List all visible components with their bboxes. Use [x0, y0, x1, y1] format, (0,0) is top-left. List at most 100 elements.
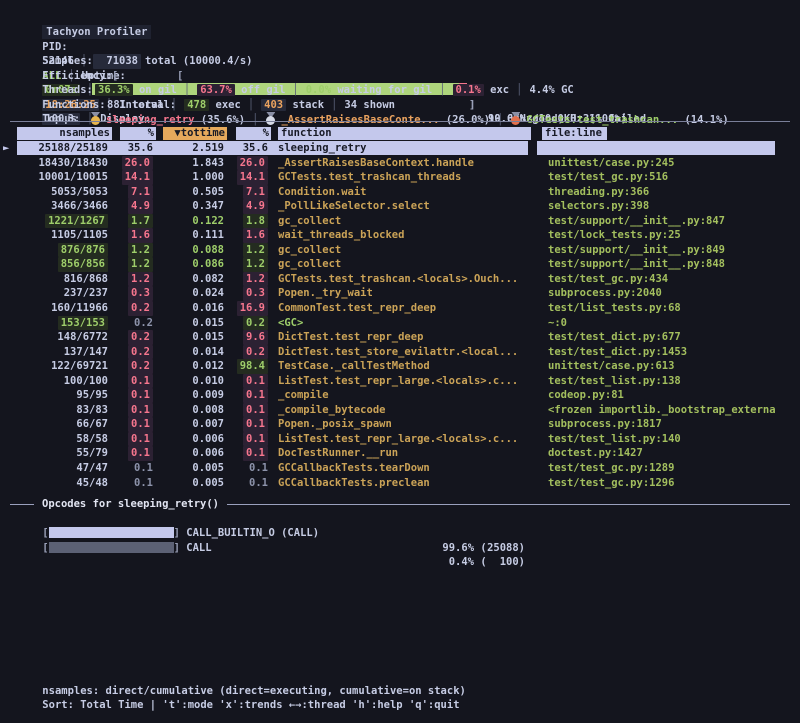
table-row[interactable]: 876/876 1.2 0.088 1.2 gc_collect test/su… [0, 243, 800, 258]
cell-percent-cumulative: 0.1 [224, 476, 268, 491]
cell-file-line: test/support/__init__.py:848 [548, 257, 800, 272]
cell-tottime: 0.122 [153, 214, 224, 229]
cell-function-name: _PollLikeSelector.select [278, 199, 538, 214]
table-row[interactable]: 100/100 0.1 0.010 0.1 ListTest.test_repr… [0, 374, 800, 389]
cell-nsamples: 1221/1267 [0, 214, 108, 229]
cell-percent-cumulative: 4.9 [224, 199, 268, 214]
cell-function-name: Condition.wait [278, 185, 538, 200]
cell-function-name: CommonTest.test_repr_deep [278, 301, 538, 316]
header-tottime-sorted[interactable]: ▼tottime [163, 127, 227, 140]
header-file-line[interactable]: file:line [542, 127, 607, 140]
cell-tottime: 0.005 [153, 461, 224, 476]
cell-percent-cumulative: 0.1 [224, 374, 268, 389]
table-row[interactable]: 5053/5053 7.1 0.505 7.1 Condition.wait t… [0, 185, 800, 200]
function-table-header: nsamples % ▼tottime % function file:line [0, 127, 800, 141]
cell-nsamples: 100/100 [0, 374, 108, 389]
cell-percent-direct: 1.6 [108, 228, 153, 243]
sort-and-keys-help: Sort: Total Time | 't':mode 'x':trends ←… [42, 699, 459, 711]
cell-file-line: test/test_gc.py:516 [548, 170, 800, 185]
cell-percent-cumulative: 7.1 [224, 185, 268, 200]
cell-function-name: sleeping_retry [278, 141, 538, 156]
cell-nsamples: 237/237 [0, 286, 108, 301]
header-pct2[interactable]: % [236, 127, 271, 140]
table-row[interactable]: 122/69721 0.2 0.012 98.4 TestCase._callT… [0, 359, 800, 374]
cell-tottime: 0.006 [153, 432, 224, 447]
cell-function-name: ListTest.test_repr_large.<locals>.c... [278, 432, 538, 447]
cell-tottime: 0.088 [153, 243, 224, 258]
cell-percent-direct: 1.2 [108, 243, 153, 258]
cell-percent-cumulative: 0.1 [224, 417, 268, 432]
opcode-pct: 0.4% [449, 556, 474, 568]
cell-tottime: 0.014 [153, 345, 224, 360]
table-row[interactable]: 856/856 1.2 0.086 1.2 gc_collect test/su… [0, 257, 800, 272]
table-row[interactable]: 153/153 0.2 0.015 0.2 <GC> ~:0 [0, 316, 800, 331]
cell-percent-direct: 1.2 [108, 257, 153, 272]
keybinding-line: Sort: Total Time | 't':mode 'x':trends ←… [17, 684, 790, 723]
table-row[interactable]: 237/237 0.3 0.024 0.3 Popen._try_wait su… [0, 286, 800, 301]
table-row[interactable]: 47/47 0.1 0.005 0.1 GCCallbackTests.tear… [0, 461, 800, 476]
cell-percent-direct: 0.1 [108, 417, 153, 432]
cell-percent-cumulative: 0.2 [224, 345, 268, 360]
cell-percent-direct: 1.7 [108, 214, 153, 229]
table-row[interactable]: 55/79 0.1 0.006 0.1 DocTestRunner.__run … [0, 446, 800, 461]
cell-function-name: _compile [278, 388, 538, 403]
table-row[interactable]: 10001/10015 14.1 1.000 14.1 GCTests.test… [0, 170, 800, 185]
cell-function-name: _compile_bytecode [278, 403, 538, 418]
header-pct1[interactable]: % [120, 127, 156, 140]
header-nsamples[interactable]: nsamples [17, 127, 112, 140]
cell-nsamples: 3466/3466 [0, 199, 108, 214]
table-row[interactable]: 1105/1105 1.6 0.111 1.6 wait_threads_blo… [0, 228, 800, 243]
table-row[interactable]: ► 25188/25189 35.6 2.519 35.6 sleeping_r… [0, 141, 800, 156]
cell-file-line: test/support/__init__.py:849 [548, 243, 800, 258]
cell-percent-cumulative: 98.4 [224, 359, 268, 374]
table-row[interactable]: 45/48 0.1 0.005 0.1 GCCallbackTests.prec… [0, 476, 800, 491]
cell-file-line: test/list_tests.py:68 [548, 301, 800, 316]
table-row[interactable]: 160/11966 0.2 0.016 16.9 CommonTest.test… [0, 301, 800, 316]
cell-file-line: test/support/__init__.py:2638 [548, 141, 800, 156]
tachyon-profiler-window: Tachyon Profiler PID: 52146│Thread: ALL│… [0, 0, 800, 723]
opcode-row: [] CALL 0.4% (100) [17, 526, 790, 584]
cell-percent-direct: 14.1 [108, 170, 153, 185]
cell-percent-cumulative: 0.2 [224, 316, 268, 331]
cell-file-line: test/test_gc.py:434 [548, 272, 800, 287]
header-function[interactable]: function [278, 127, 531, 140]
cell-nsamples: 58/58 [0, 432, 108, 447]
table-row[interactable]: 18430/18430 26.0 1.843 26.0 _AssertRaise… [0, 156, 800, 171]
cell-nsamples: 66/67 [0, 417, 108, 432]
table-row[interactable]: 137/147 0.2 0.014 0.2 DictTest.test_stor… [0, 345, 800, 360]
cell-function-name: gc_collect [278, 214, 538, 229]
cell-file-line: test/test_list.py:138 [548, 374, 800, 389]
table-row[interactable]: 816/868 1.2 0.082 1.2 GCTests.test_trash… [0, 272, 800, 287]
cell-file-line: codeop.py:81 [548, 388, 800, 403]
cell-file-line: <frozen importlib._bootstrap_externa [548, 403, 800, 418]
opcode-bar-call [49, 542, 174, 553]
table-row[interactable]: 3466/3466 4.9 0.347 4.9 _PollLikeSelecto… [0, 199, 800, 214]
cell-function-name: TestCase._callTestMethod [278, 359, 538, 374]
cell-file-line: test/test_gc.py:1289 [548, 461, 800, 476]
table-row[interactable]: 1221/1267 1.7 0.122 1.8 gc_collect test/… [0, 214, 800, 229]
table-row[interactable]: 95/95 0.1 0.009 0.1 _compile codeop.py:8… [0, 388, 800, 403]
cell-function-name: DocTestRunner.__run [278, 446, 538, 461]
cell-nsamples: 137/147 [0, 345, 108, 360]
cell-percent-direct: 1.2 [108, 272, 153, 287]
table-row[interactable]: 148/6772 0.2 0.015 9.6 DictTest.test_rep… [0, 330, 800, 345]
cell-nsamples: 122/69721 [0, 359, 108, 374]
function-table-body: ► 25188/25189 35.6 2.519 35.6 sleeping_r… [0, 141, 800, 490]
cell-tottime: 0.012 [153, 359, 224, 374]
cell-percent-cumulative: 1.8 [224, 214, 268, 229]
cell-tottime: 1.000 [153, 170, 224, 185]
cell-tottime: 0.086 [153, 257, 224, 272]
table-row[interactable]: 66/67 0.1 0.007 0.1 Popen._posix_spawn s… [0, 417, 800, 432]
cell-nsamples: 45/48 [0, 476, 108, 491]
cell-function-name: GCTests.test_trashcan.<locals>.Ouch... [278, 272, 538, 287]
cell-file-line: subprocess.py:2040 [548, 286, 800, 301]
cell-nsamples: 83/83 [0, 403, 108, 418]
cell-tottime: 0.016 [153, 301, 224, 316]
table-row[interactable]: 83/83 0.1 0.008 0.1 _compile_bytecode <f… [0, 403, 800, 418]
cell-file-line: doctest.py:1427 [548, 446, 800, 461]
cell-function-name: <GC> [278, 316, 538, 331]
cell-function-name: Popen._try_wait [278, 286, 538, 301]
table-row[interactable]: 58/58 0.1 0.006 0.1 ListTest.test_repr_l… [0, 432, 800, 447]
cell-percent-direct: 0.2 [108, 345, 153, 360]
cell-tottime: 0.347 [153, 199, 224, 214]
